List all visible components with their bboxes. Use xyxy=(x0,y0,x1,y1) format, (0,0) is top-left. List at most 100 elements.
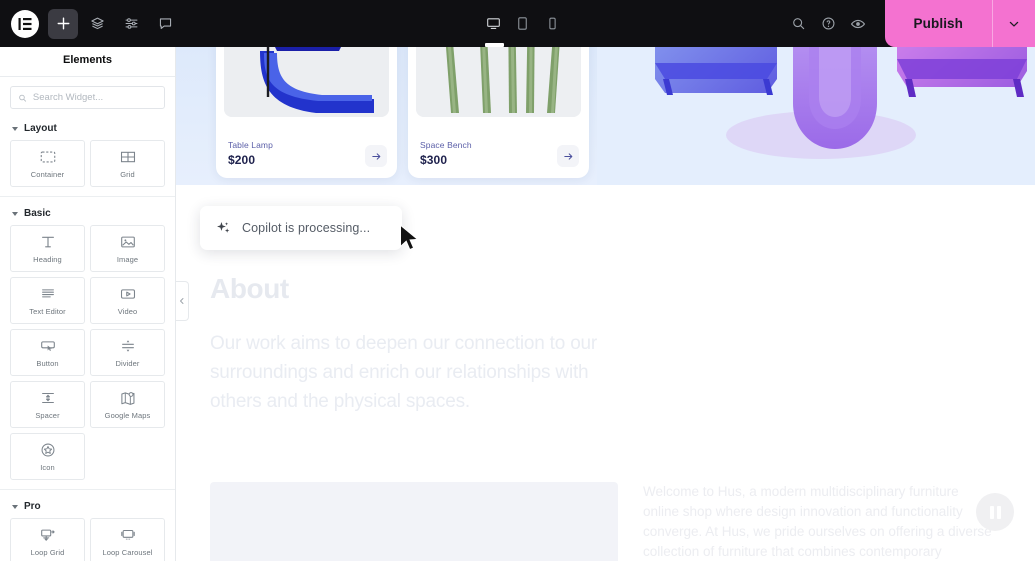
widget-button[interactable]: Button xyxy=(10,329,85,376)
product-image xyxy=(224,47,389,117)
mouse-cursor xyxy=(400,224,419,251)
product-info: Space Bench $300 xyxy=(420,140,472,167)
widget-text-editor[interactable]: Text Editor xyxy=(10,277,85,324)
caret-down-icon xyxy=(12,211,18,216)
widget-video-label: Video xyxy=(117,307,138,316)
widget-categories-scroll[interactable]: Layout Container Grid Basic Heading Imag… xyxy=(0,112,175,561)
caret-down-icon xyxy=(12,504,18,509)
structure-layers-button[interactable] xyxy=(82,9,112,39)
category-pro-label: Pro xyxy=(24,501,41,512)
widget-spacer-label: Spacer xyxy=(35,411,60,420)
category-pro: Pro Loop Grid Loop Carousel xyxy=(0,490,175,561)
product-card[interactable]: Table Lamp $200 xyxy=(216,47,397,178)
product-card[interactable]: Space Bench $300 xyxy=(408,47,589,178)
preview-button[interactable] xyxy=(844,9,873,38)
editor-topbar: Publish xyxy=(0,0,1035,47)
category-layout-widgets: Container Grid xyxy=(10,140,165,191)
help-button[interactable] xyxy=(814,9,843,38)
topbar-right-group: Publish xyxy=(784,0,1035,47)
widget-icon[interactable]: Icon xyxy=(10,433,85,480)
widget-loop-grid-label: Loop Grid xyxy=(30,548,65,557)
google-maps-icon xyxy=(120,392,134,405)
caret-down-icon xyxy=(12,126,18,131)
device-desktop-button[interactable] xyxy=(483,9,505,47)
widget-heading[interactable]: Heading xyxy=(10,225,85,272)
category-basic-label: Basic xyxy=(24,208,51,219)
question-circle-icon xyxy=(822,17,835,30)
elementor-logo-button[interactable] xyxy=(11,9,39,38)
text-editor-icon xyxy=(41,289,54,298)
widget-divider-label: Divider xyxy=(115,359,140,368)
tablet-icon xyxy=(518,17,528,30)
hero-section: Table Lamp $200 Space Bench $300 xyxy=(176,47,1035,185)
category-basic-header[interactable]: Basic xyxy=(10,197,165,225)
widget-divider[interactable]: Divider xyxy=(90,329,165,376)
editor-canvas[interactable]: Table Lamp $200 Space Bench $300 About O… xyxy=(176,47,1035,561)
about-body-text: Welcome to Hus, a modern multidisciplina… xyxy=(643,484,992,559)
category-basic-widgets: Heading Image Text Editor Video Button D… xyxy=(10,225,165,484)
widget-google-maps-label: Google Maps xyxy=(104,411,151,420)
widget-grid[interactable]: Grid xyxy=(90,140,165,187)
spacer-icon xyxy=(41,392,54,404)
widget-icon-label: Icon xyxy=(40,463,55,472)
table-lamp-image xyxy=(224,47,389,117)
widget-button-label: Button xyxy=(36,359,59,368)
search-icon xyxy=(19,94,27,102)
widget-loop-grid[interactable]: Loop Grid xyxy=(10,518,85,561)
search-widget-input[interactable] xyxy=(32,92,157,103)
widget-image[interactable]: Image xyxy=(90,225,165,272)
container-icon xyxy=(40,151,55,163)
publish-options-button[interactable] xyxy=(992,0,1035,47)
comments-button[interactable] xyxy=(150,9,180,39)
product-image xyxy=(416,47,581,117)
divider-icon xyxy=(121,340,134,352)
about-heading: About xyxy=(210,273,289,304)
product-link-button[interactable] xyxy=(365,145,387,167)
video-icon xyxy=(120,289,135,299)
widget-container[interactable]: Container xyxy=(10,140,85,187)
widget-text-editor-label: Text Editor xyxy=(29,307,66,316)
heading-icon xyxy=(41,236,54,248)
search-widget-box[interactable] xyxy=(10,86,165,109)
panel-collapse-button[interactable] xyxy=(176,281,189,321)
chevron-left-icon xyxy=(180,298,184,304)
device-mobile-button[interactable] xyxy=(542,9,563,39)
widget-heading-label: Heading xyxy=(33,255,62,264)
mobile-icon xyxy=(549,17,556,30)
pause-animation-button[interactable] xyxy=(976,493,1014,531)
button-icon xyxy=(40,341,55,351)
widget-video[interactable]: Video xyxy=(90,277,165,324)
hero-3d-furniture-graphic xyxy=(597,47,1035,185)
widget-grid-label: Grid xyxy=(120,170,135,179)
widget-spacer[interactable]: Spacer xyxy=(10,381,85,428)
site-settings-button[interactable] xyxy=(116,9,146,39)
space-bench-image xyxy=(416,47,581,117)
copilot-processing-toast: Copilot is processing... xyxy=(200,206,402,250)
product-name: Table Lamp xyxy=(228,140,273,150)
pause-icon xyxy=(996,505,1001,519)
search-widget-row xyxy=(0,77,175,112)
copilot-status-text: Copilot is processing... xyxy=(242,221,371,235)
widget-loop-carousel-label: Loop Carousel xyxy=(102,548,153,557)
category-basic: Basic Heading Image Text Editor Video Bu… xyxy=(0,197,175,484)
comment-bubble-icon xyxy=(159,18,171,30)
star-icon xyxy=(41,443,54,457)
category-pro-header[interactable]: Pro xyxy=(10,490,165,518)
add-element-button[interactable] xyxy=(48,8,78,39)
chevron-down-icon xyxy=(1009,21,1019,27)
product-link-button[interactable] xyxy=(557,145,579,167)
widget-image-label: Image xyxy=(116,255,139,264)
pause-icon xyxy=(989,505,994,519)
publish-button[interactable]: Publish xyxy=(884,0,992,47)
product-price: $300 xyxy=(420,153,448,167)
product-info: Table Lamp $200 xyxy=(228,140,273,167)
widget-google-maps[interactable]: Google Maps xyxy=(90,381,165,428)
about-image-placeholder xyxy=(210,482,618,561)
topbar-left-group xyxy=(0,8,180,39)
sliders-icon xyxy=(125,18,137,29)
device-tablet-button[interactable] xyxy=(512,9,533,39)
elementor-logo-icon xyxy=(18,17,32,30)
category-layout-header[interactable]: Layout xyxy=(10,112,165,140)
search-button[interactable] xyxy=(784,9,813,38)
widget-loop-carousel[interactable]: Loop Carousel xyxy=(90,518,165,561)
